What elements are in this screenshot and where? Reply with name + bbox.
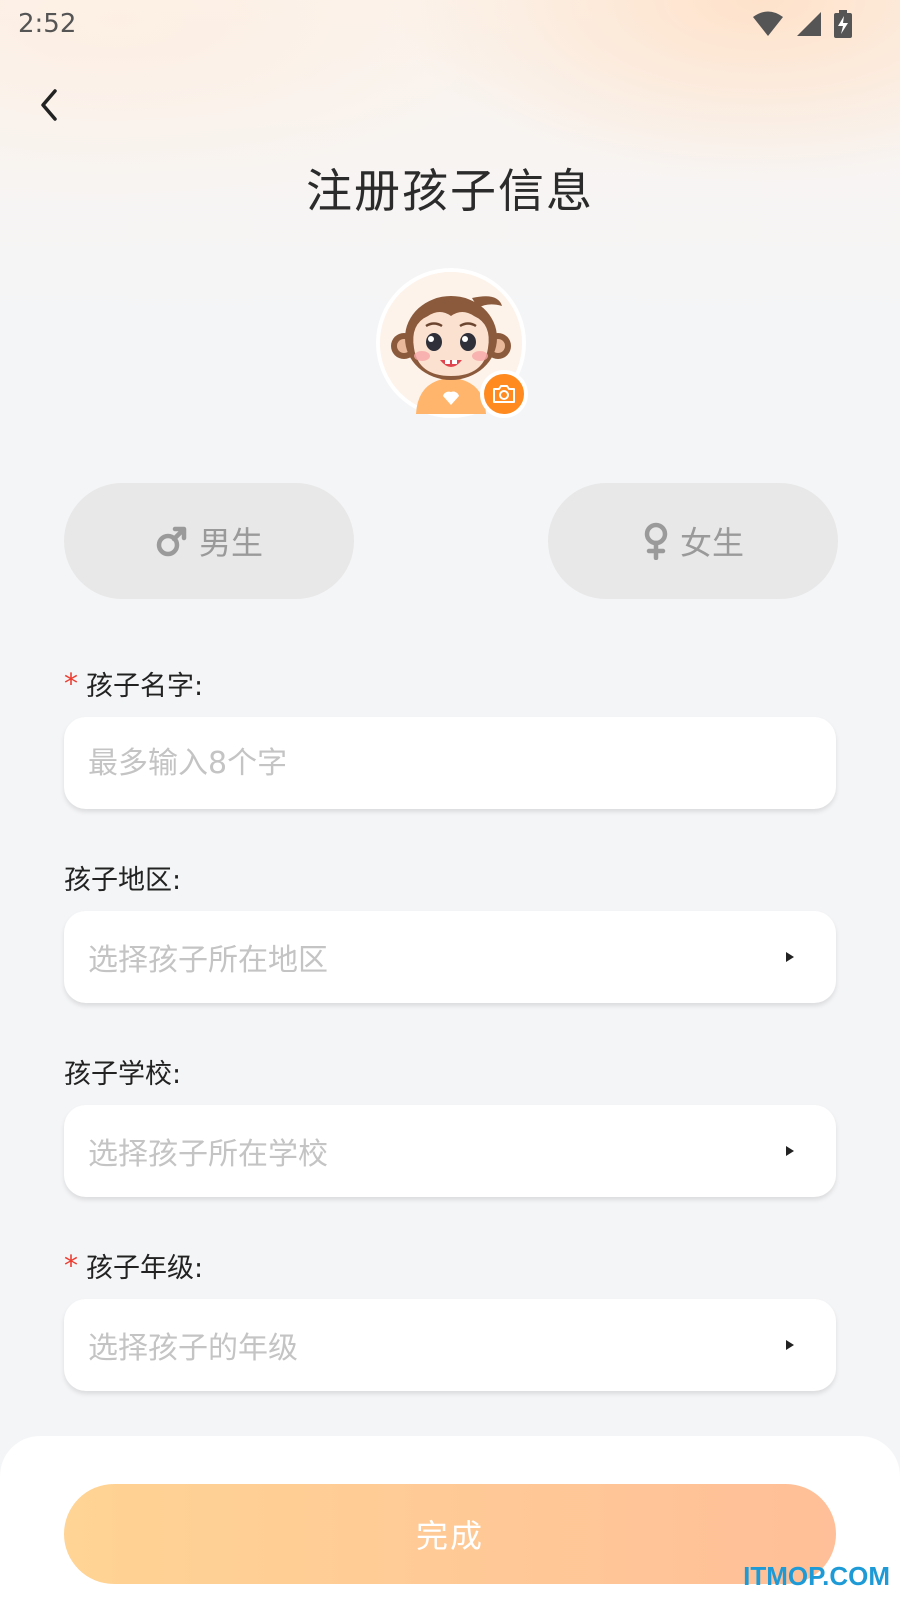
back-button[interactable]: [24, 80, 74, 130]
name-label-text: 孩子名字:: [86, 671, 204, 702]
wifi-icon: [753, 11, 783, 36]
grade-selector[interactable]: 选择孩子的年级: [64, 1299, 836, 1391]
grade-label-text: 孩子年级:: [86, 1253, 204, 1284]
child-name-input[interactable]: [88, 745, 812, 781]
gender-female-label: 女生: [679, 524, 744, 562]
triangle-right-icon: [786, 1340, 794, 1350]
male-symbol-icon: [156, 526, 187, 557]
cellular-signal-icon: [797, 12, 821, 36]
region-selector[interactable]: 选择孩子所在地区: [64, 911, 836, 1003]
camera-icon: [493, 385, 515, 403]
school-placeholder: 选择孩子所在学校: [88, 1137, 328, 1172]
region-label-text: 孩子地区:: [64, 865, 182, 896]
required-mark: *: [64, 1249, 78, 1282]
region-field-label: 孩子地区:: [64, 858, 181, 897]
grade-placeholder: 选择孩子的年级: [88, 1331, 298, 1366]
gender-female-button[interactable]: 女生: [548, 483, 838, 599]
name-field-label: * 孩子名字:: [64, 664, 203, 703]
gender-male-label: 男生: [198, 524, 263, 562]
battery-charging-icon: [834, 10, 852, 38]
grade-field-label: * 孩子年级:: [64, 1246, 203, 1285]
status-bar: 2:52: [0, 0, 900, 48]
page-title: 注册孩子信息: [306, 164, 594, 218]
status-icons: [752, 10, 852, 38]
submit-button[interactable]: 完成: [64, 1484, 836, 1584]
school-field-label: 孩子学校:: [64, 1052, 181, 1091]
gender-male-button[interactable]: 男生: [64, 483, 354, 599]
status-time: 2:52: [18, 9, 77, 39]
required-mark: *: [64, 667, 78, 700]
name-field-box[interactable]: [64, 717, 836, 809]
female-symbol-icon: [644, 522, 668, 560]
watermark-logo: ITMOP.COM: [743, 1561, 890, 1591]
region-placeholder: 选择孩子所在地区: [88, 943, 328, 978]
triangle-right-icon: [786, 952, 794, 962]
school-selector[interactable]: 选择孩子所在学校: [64, 1105, 836, 1197]
chevron-left-icon: [41, 89, 57, 121]
change-avatar-button[interactable]: [480, 370, 528, 418]
school-label-text: 孩子学校:: [64, 1059, 182, 1090]
triangle-right-icon: [786, 1146, 794, 1156]
